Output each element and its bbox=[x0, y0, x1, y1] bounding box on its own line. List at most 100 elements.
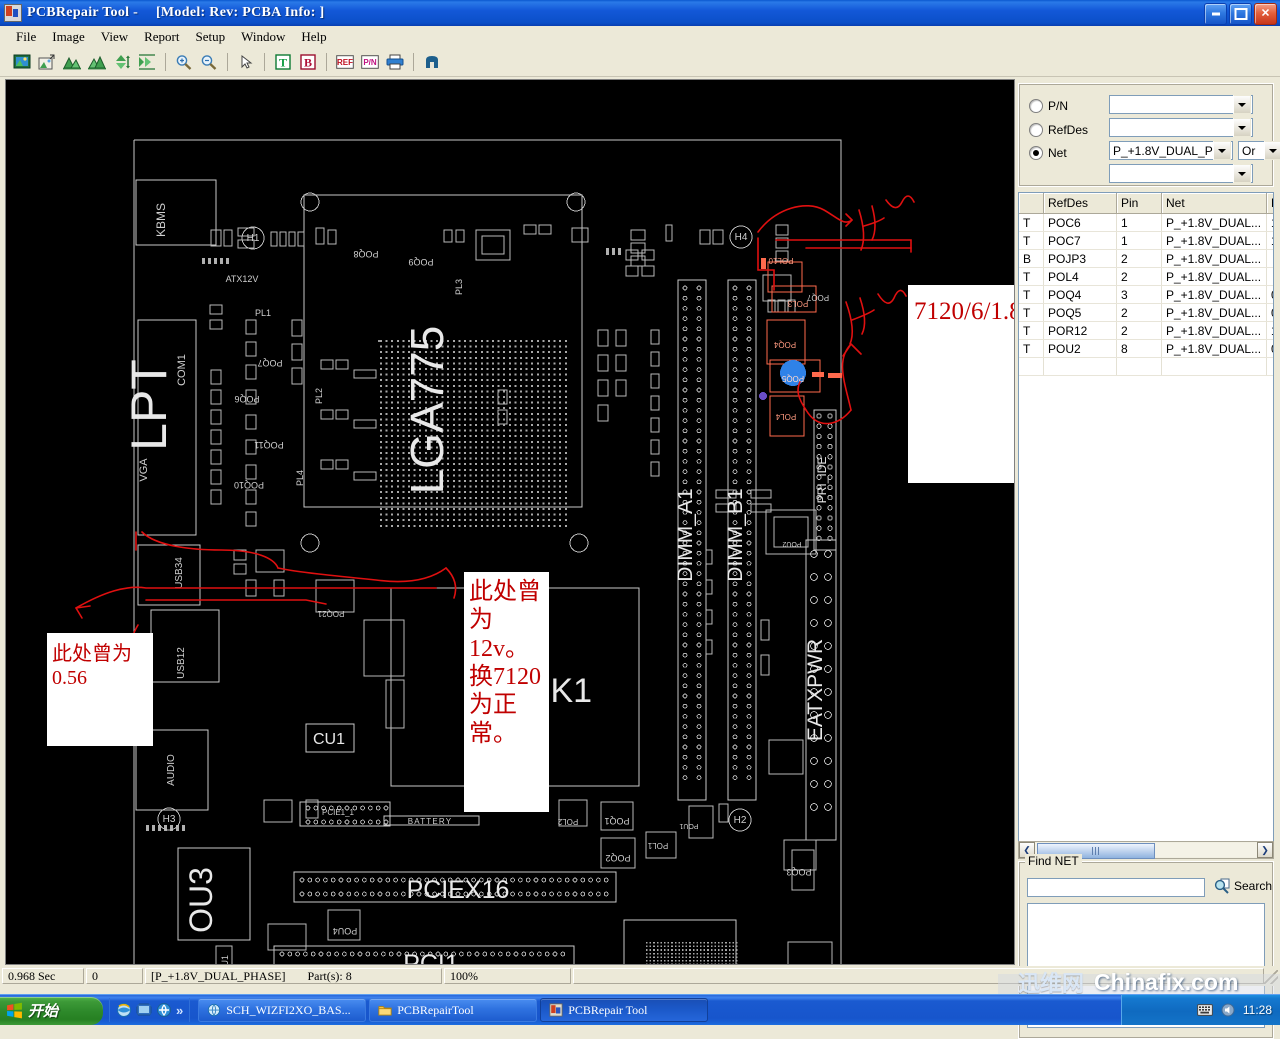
taskbar-item-pcbrepair[interactable]: PCBRepair Tool bbox=[540, 998, 708, 1022]
svg-text:SU1: SU1 bbox=[645, 962, 711, 964]
svg-text:PL1: PL1 bbox=[255, 308, 271, 318]
close-button[interactable]: ✕ bbox=[1254, 3, 1277, 25]
bottom-layer-icon[interactable]: B bbox=[296, 50, 320, 74]
chevron-down-icon[interactable] bbox=[1233, 118, 1251, 137]
partnumber-icon[interactable]: P/N bbox=[358, 50, 382, 74]
cell-pin: 2 bbox=[1117, 250, 1162, 268]
zoom-in-icon[interactable] bbox=[172, 50, 196, 74]
pointer-icon[interactable] bbox=[234, 50, 258, 74]
chevron-down-icon[interactable] bbox=[1264, 141, 1280, 160]
start-button[interactable]: 开始 bbox=[0, 997, 103, 1025]
cell-part: 07G0 bbox=[1267, 286, 1275, 304]
svg-text:PL3: PL3 bbox=[454, 279, 464, 295]
menu-item-image[interactable]: Image bbox=[44, 27, 92, 47]
radio-row-refdes[interactable]: RefDes bbox=[1029, 121, 1088, 139]
refdes-icon[interactable]: REF bbox=[333, 50, 357, 74]
radio-refdes[interactable] bbox=[1029, 123, 1043, 137]
operator-combo[interactable]: Or bbox=[1238, 141, 1280, 160]
chevron-down-icon[interactable] bbox=[1233, 164, 1251, 183]
pn-combo[interactable] bbox=[1109, 95, 1253, 114]
menu-item-report[interactable]: Report bbox=[136, 27, 187, 47]
cell-pin: 1 bbox=[1117, 232, 1162, 250]
cell-net: P_+1.8V_DUAL... bbox=[1162, 340, 1267, 358]
col-pin[interactable]: Pin bbox=[1117, 193, 1162, 214]
toolbar-separator bbox=[227, 53, 228, 71]
status-count: 0 bbox=[86, 968, 143, 984]
table-header-row: RefDes Pin Net Part bbox=[1019, 193, 1274, 214]
menu-item-file[interactable]: File bbox=[8, 27, 44, 47]
cell-pin: 3 bbox=[1117, 286, 1162, 304]
table-row[interactable] bbox=[1019, 358, 1274, 376]
cell-net: P_+1.8V_DUAL... bbox=[1162, 286, 1267, 304]
table-row[interactable]: T POU2 8 P_+1.8V_DUAL... 06G0 bbox=[1019, 340, 1274, 358]
operator-value: Or bbox=[1239, 144, 1264, 158]
col-net[interactable]: Net bbox=[1162, 193, 1267, 214]
radio-pn[interactable] bbox=[1029, 99, 1043, 113]
menu-item-setup[interactable]: Setup bbox=[188, 27, 234, 47]
results-grid[interactable]: RefDes Pin Net Part T POC6 1 P_+1.8V_DUA… bbox=[1018, 192, 1274, 842]
search-button[interactable]: Search bbox=[1214, 878, 1272, 894]
menu-item-view[interactable]: View bbox=[93, 27, 136, 47]
taskbar-item-browser[interactable]: SCH_WIZFI2XO_BAS... bbox=[198, 998, 366, 1022]
net-combo-value: P_+1.8V_DUAL_PHASE bbox=[1110, 144, 1213, 158]
maximize-button[interactable] bbox=[1229, 3, 1252, 25]
menu-item-window[interactable]: Window bbox=[233, 27, 293, 47]
col-refdes[interactable]: RefDes bbox=[1044, 193, 1117, 214]
mirror-leftright-icon[interactable] bbox=[135, 50, 159, 74]
cell-refdes: POC6 bbox=[1044, 214, 1117, 232]
table-row[interactable]: T POC6 1 P_+1.8V_DUAL... 11G2 bbox=[1019, 214, 1274, 232]
table-row[interactable]: T POR12 2 P_+1.8V_DUAL... 10G2 bbox=[1019, 322, 1274, 340]
taskbar-item-folder[interactable]: PCBRepairTool bbox=[369, 998, 537, 1022]
window-title-separator: - bbox=[133, 5, 138, 20]
pcb-canvas[interactable]: LGA775 LPT DIMM_A1 DIMM_B1 EATXPWR PRI_I… bbox=[5, 79, 1015, 965]
find-net-input[interactable] bbox=[1027, 878, 1205, 897]
svg-text:POL2: POL2 bbox=[557, 817, 578, 826]
table-row[interactable]: T POQ5 2 P_+1.8V_DUAL... 07G0 bbox=[1019, 304, 1274, 322]
cell-part: 06G0 bbox=[1267, 340, 1275, 358]
refdes-combo[interactable] bbox=[1109, 118, 1253, 137]
scroll-right-icon[interactable]: ❯ bbox=[1257, 842, 1273, 858]
top-layer-icon[interactable]: T bbox=[271, 50, 295, 74]
second-net-combo[interactable] bbox=[1109, 164, 1253, 183]
table-row[interactable]: B POJP3 2 P_+1.8V_DUAL... bbox=[1019, 250, 1274, 268]
minimize-button[interactable] bbox=[1204, 3, 1227, 25]
cell-pin: 8 bbox=[1117, 340, 1162, 358]
taskbar-item-label: SCH_WIZFI2XO_BAS... bbox=[226, 1003, 350, 1018]
col-side[interactable] bbox=[1019, 193, 1044, 214]
radio-row-pn[interactable]: P/N bbox=[1029, 97, 1068, 115]
table-row[interactable]: T POL4 2 P_+1.8V_DUAL... bbox=[1019, 268, 1274, 286]
zoom-out-icon[interactable] bbox=[197, 50, 221, 74]
cell-pin: 2 bbox=[1117, 268, 1162, 286]
exit-icon[interactable] bbox=[420, 50, 444, 74]
app-icon bbox=[549, 1003, 563, 1017]
resize-grip-icon[interactable] bbox=[1264, 970, 1278, 984]
flip-vertical-icon[interactable] bbox=[85, 50, 109, 74]
cell-pin: 2 bbox=[1117, 322, 1162, 340]
svg-text:POQ3: POQ3 bbox=[786, 867, 811, 877]
col-part[interactable]: Part bbox=[1267, 193, 1275, 214]
chevron-down-icon[interactable] bbox=[1233, 95, 1251, 114]
cell-net: P_+1.8V_DUAL... bbox=[1162, 304, 1267, 322]
table-row[interactable]: T POC7 1 P_+1.8V_DUAL... 11G2 bbox=[1019, 232, 1274, 250]
taskbar-item-label: PCBRepairTool bbox=[397, 1003, 474, 1018]
svg-text:H2: H2 bbox=[734, 815, 747, 826]
menu-item-help[interactable]: Help bbox=[293, 27, 334, 47]
radio-net[interactable] bbox=[1029, 146, 1043, 160]
print-icon[interactable] bbox=[383, 50, 407, 74]
mirror-updown-icon[interactable] bbox=[110, 50, 134, 74]
svg-text:POQ7: POQ7 bbox=[257, 358, 282, 368]
tool-bar: T B REF P/N bbox=[0, 48, 1280, 77]
chevron-right-icon[interactable]: » bbox=[176, 1004, 183, 1017]
fit-image-icon[interactable] bbox=[10, 50, 34, 74]
table-row[interactable]: T POQ4 3 P_+1.8V_DUAL... 07G0 bbox=[1019, 286, 1274, 304]
svg-text:POQ1: POQ1 bbox=[604, 816, 629, 826]
net-combo[interactable]: P_+1.8V_DUAL_PHASE bbox=[1109, 141, 1233, 160]
cell-refdes: POU2 bbox=[1044, 340, 1117, 358]
open-image-icon[interactable] bbox=[35, 50, 59, 74]
chevron-down-icon[interactable] bbox=[1213, 141, 1231, 160]
outlook-icon bbox=[156, 1002, 172, 1018]
radio-row-net[interactable]: Net bbox=[1029, 144, 1067, 162]
show-desktop-icon bbox=[136, 1002, 152, 1018]
flip-horizontal-icon[interactable] bbox=[60, 50, 84, 74]
annotation-note-056: 此处曾为0.56 bbox=[47, 633, 153, 746]
